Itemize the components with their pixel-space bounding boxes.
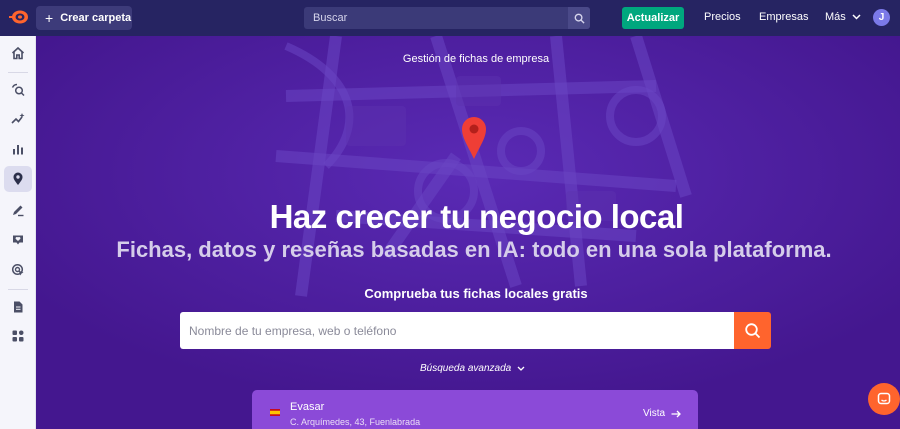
social-icon <box>13 235 23 245</box>
semrush-logo-icon[interactable] <box>9 9 29 25</box>
bar-chart-icon <box>13 145 23 155</box>
search-button[interactable] <box>568 7 590 29</box>
content-icon <box>13 205 24 217</box>
avatar[interactable]: J <box>873 9 890 26</box>
sidebar-item-apps[interactable] <box>4 323 32 349</box>
chevron-down-icon <box>517 366 525 371</box>
arrow-right-icon <box>671 410 681 417</box>
create-folder-button[interactable]: + Crear carpeta <box>36 6 132 30</box>
sidebar-item-home[interactable] <box>4 40 32 66</box>
hero-title: Haz crecer tu negocio local <box>269 198 684 235</box>
upgrade-button[interactable]: Actualizar <box>622 7 684 29</box>
chat-support-button[interactable] <box>868 383 900 415</box>
business-address: C. Arquímedes, 43, Fuenlabrada <box>290 417 421 427</box>
spain-flag-icon <box>270 409 280 416</box>
more-label: Más <box>825 11 846 23</box>
advanced-search-toggle[interactable]: Búsqueda avanzada <box>420 363 525 374</box>
search-icon <box>574 13 585 24</box>
check-listings-label: Comprueba tus fichas locales gratis <box>364 286 588 301</box>
sidebar-item-social[interactable] <box>4 227 32 253</box>
sidebar-item-seo[interactable] <box>4 77 32 103</box>
report-icon <box>14 301 23 313</box>
sidebar <box>0 36 36 429</box>
sidebar-item-ads[interactable] <box>4 257 32 283</box>
sidebar-item-reports[interactable] <box>4 294 32 320</box>
business-search-button[interactable] <box>734 312 771 349</box>
map-pin-icon <box>462 117 486 159</box>
location-pin-icon <box>13 172 23 185</box>
top-bar: + Crear carpeta Buscar Actualizar Precio… <box>0 0 900 36</box>
create-folder-label: Crear carpeta <box>60 12 132 24</box>
sidebar-item-local[interactable] <box>4 166 32 192</box>
view-label: Vista <box>643 408 666 419</box>
sidebar-divider <box>8 72 28 73</box>
ads-target-icon <box>11 263 24 276</box>
prices-link[interactable]: Precios <box>704 11 741 23</box>
sidebar-item-content[interactable] <box>4 197 32 223</box>
search-input[interactable]: Buscar <box>304 12 568 24</box>
chevron-down-icon <box>852 14 861 20</box>
seo-icon <box>11 83 25 97</box>
chat-icon <box>877 392 891 405</box>
sidebar-divider <box>8 289 28 290</box>
more-menu[interactable]: Más <box>825 11 861 23</box>
business-search-input[interactable]: Nombre de tu empresa, web o teléfono <box>180 312 734 349</box>
hero-subtitle: Fichas, datos y reseñas basadas en IA: t… <box>116 237 832 262</box>
search-icon <box>745 323 761 339</box>
sidebar-item-analytics[interactable] <box>4 136 32 162</box>
business-result-card[interactable]: Evasar C. Arquímedes, 43, Fuenlabrada Vi… <box>252 390 698 429</box>
trends-icon <box>11 113 25 124</box>
search-bar[interactable]: Buscar <box>304 7 590 29</box>
advanced-search-label: Búsqueda avanzada <box>420 363 512 374</box>
view-button[interactable]: Vista <box>643 408 681 419</box>
hero-label: Gestión de fichas de empresa <box>402 53 550 65</box>
apps-grid-icon <box>12 330 24 342</box>
home-icon <box>11 46 25 60</box>
sidebar-item-trends[interactable] <box>4 106 32 132</box>
companies-link[interactable]: Empresas <box>759 11 809 23</box>
business-name: Evasar <box>290 401 325 413</box>
plus-icon: + <box>45 10 54 26</box>
hero-section: Gestión de fichas de empresa Haz crecer … <box>36 36 900 429</box>
